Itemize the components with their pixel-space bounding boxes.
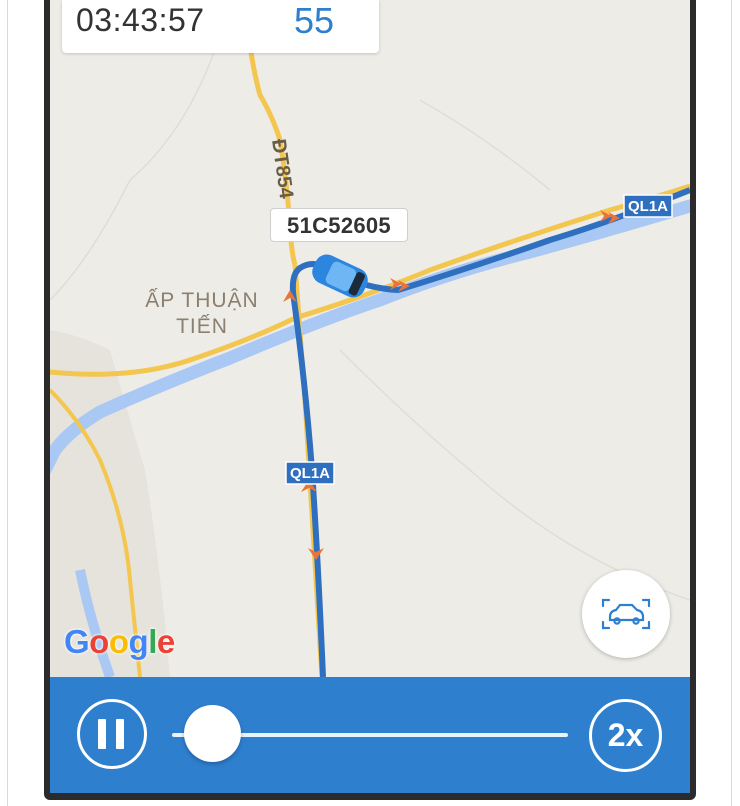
playback-speed-button[interactable]: 2x: [589, 699, 662, 772]
logo-letter: e: [156, 623, 175, 660]
road-label-dt854: ĐT854: [267, 138, 297, 201]
pause-icon: [98, 719, 106, 749]
land-border: [339, 349, 690, 601]
land-border: [419, 99, 551, 191]
logo-letter: g: [128, 623, 149, 660]
logo-letter: G: [64, 623, 90, 660]
pause-icon: [116, 719, 124, 749]
road-shield-label: QL1A: [290, 465, 330, 482]
place-label-line2: TIẾN: [176, 315, 228, 338]
logo-letter: l: [148, 623, 157, 660]
car-focus-icon: [601, 598, 651, 630]
playback-control-bar: 2x: [50, 677, 690, 793]
focus-vehicle-button[interactable]: [582, 570, 670, 658]
road-shield-ql1a-north: QL1A: [623, 194, 673, 218]
vehicle-plate-label: 51C52605: [270, 208, 408, 242]
place-label-line1: ẤP THUẬN: [145, 289, 258, 312]
page-border-right: [731, 0, 732, 806]
page-border-left: [7, 0, 8, 806]
river: [50, 199, 690, 475]
road-shield-label: QL1A: [628, 198, 668, 215]
playback-slider-thumb[interactable]: [184, 705, 241, 762]
google-attribution-logo: Google: [64, 623, 175, 661]
logo-letter: o: [89, 623, 109, 660]
playback-time: 03:43:57: [76, 2, 205, 38]
pause-button[interactable]: [77, 699, 147, 769]
trip-info-card: 03:43:57 55: [62, 0, 379, 53]
vehicle-speed: 55: [294, 0, 335, 41]
road-shield-ql1a-south: QL1A: [285, 461, 335, 485]
logo-letter: o: [108, 623, 129, 660]
